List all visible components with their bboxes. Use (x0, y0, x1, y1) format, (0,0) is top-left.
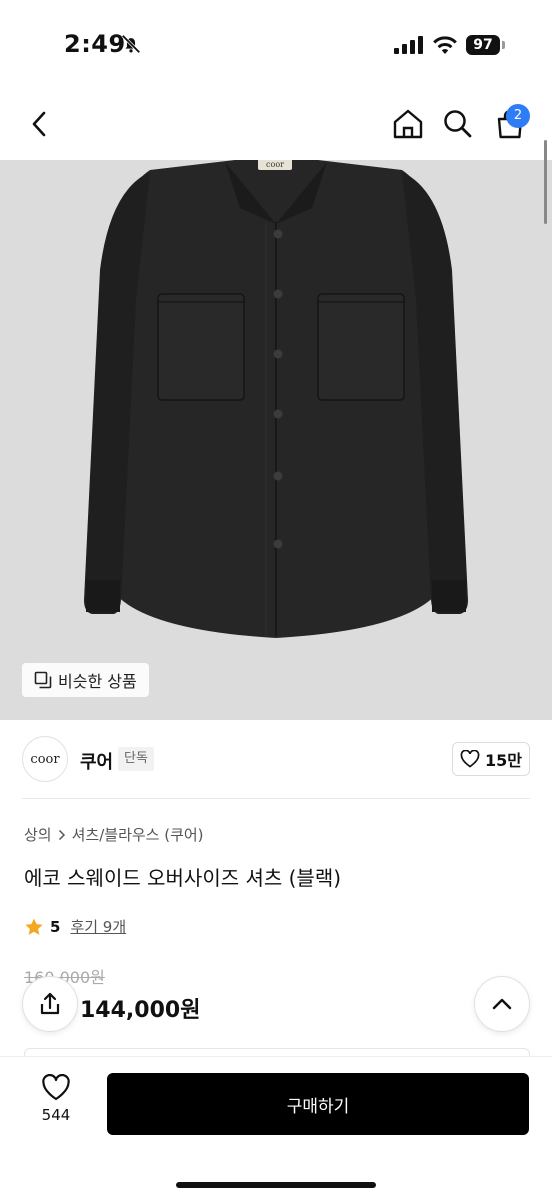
brand-name[interactable]: 쿠어 (80, 748, 113, 774)
buy-button[interactable]: 구매하기 (107, 1073, 529, 1135)
status-bar: 2:49 97 (0, 0, 552, 90)
back-button[interactable] (20, 104, 60, 144)
rating-row: 5 후기 9개 (24, 916, 126, 937)
chevron-right-icon (58, 829, 65, 840)
chevron-left-icon (32, 111, 46, 137)
product-image[interactable]: coor (0, 160, 552, 720)
brand-like-button[interactable]: 15만 (452, 742, 530, 776)
breadcrumb-item-subcategory[interactable]: 셔츠/블라우스 (쿠어) (72, 824, 204, 845)
battery-indicator: 97 (466, 35, 500, 55)
similar-products-label: 비슷한 상품 (58, 672, 137, 691)
signal-icon (394, 36, 423, 54)
copy-icon (34, 671, 52, 689)
sale-price: 144,000원 (80, 998, 201, 1023)
exclusive-badge: 단독 (118, 747, 154, 771)
garment-tag-text: coor (266, 160, 284, 169)
battery-cap (502, 41, 505, 49)
cart-count-badge: 2 (506, 104, 530, 128)
breadcrumb-item-category[interactable]: 상의 (24, 824, 52, 845)
scroll-to-top-button[interactable] (474, 976, 530, 1032)
status-time: 2:49 (64, 30, 126, 58)
chevron-up-icon (492, 998, 512, 1010)
wishlist-count: 544 (41, 1106, 71, 1124)
share-button[interactable] (22, 976, 78, 1032)
scroll-indicator[interactable] (544, 140, 547, 224)
heart-icon (42, 1074, 70, 1101)
home-indicator[interactable] (176, 1182, 376, 1188)
wifi-icon (433, 36, 457, 54)
breadcrumb: 상의 셔츠/블라우스 (쿠어) (24, 824, 204, 845)
search-icon (444, 110, 472, 138)
star-icon (25, 918, 43, 935)
product-title: 에코 스웨이드 오버사이즈 셔츠 (블랙) (24, 866, 342, 890)
rating-score: 5 (50, 917, 61, 936)
shirt-image: coor (0, 160, 552, 720)
wishlist-button[interactable]: 544 (26, 1074, 86, 1134)
home-icon (393, 109, 423, 139)
review-link[interactable]: 후기 9개 (70, 916, 126, 937)
divider (22, 798, 530, 799)
brand-like-count: 15만 (485, 751, 522, 770)
brand-logo[interactable]: coor (22, 736, 68, 782)
similar-products-button[interactable]: 비슷한 상품 (22, 663, 149, 697)
bell-slash-icon (121, 34, 141, 54)
home-button[interactable] (388, 104, 428, 144)
heart-icon (460, 750, 480, 768)
search-button[interactable] (438, 104, 478, 144)
top-nav-bar (0, 90, 552, 160)
share-icon (40, 992, 60, 1015)
